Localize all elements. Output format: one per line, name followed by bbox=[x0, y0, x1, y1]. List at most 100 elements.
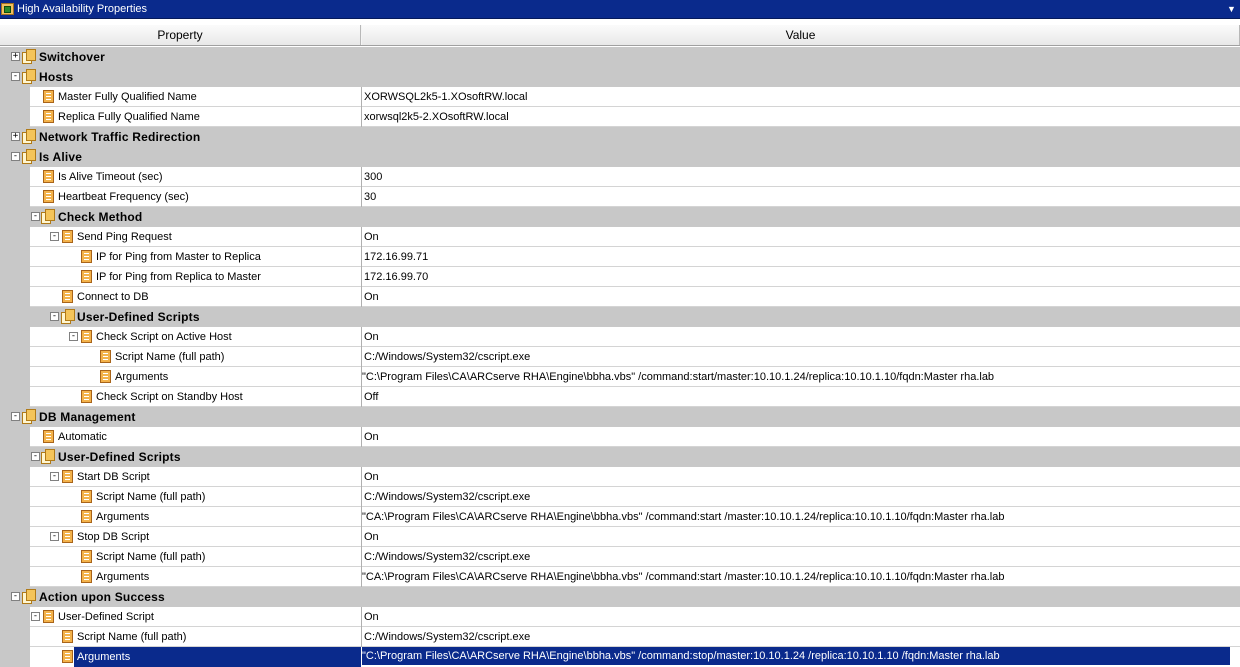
expand-icon[interactable]: + bbox=[11, 132, 20, 141]
category-label: Hosts bbox=[39, 70, 74, 84]
category-row-action-upon-success[interactable]: - Action upon Success bbox=[0, 587, 1240, 607]
category-row-check-method[interactable]: - Check Method bbox=[0, 207, 1240, 227]
property-icon bbox=[62, 230, 73, 243]
collapse-icon[interactable]: - bbox=[31, 612, 40, 621]
property-value[interactable]: 172.16.99.70 bbox=[364, 267, 428, 287]
property-group-icon bbox=[22, 409, 37, 424]
property-value[interactable]: C:/Windows/System32/cscript.exe bbox=[364, 487, 530, 507]
property-icon bbox=[43, 430, 54, 443]
expand-icon[interactable]: + bbox=[11, 52, 20, 61]
property-icon bbox=[81, 550, 92, 563]
property-group-icon bbox=[41, 209, 56, 224]
property-value[interactable]: On bbox=[364, 467, 379, 487]
property-value[interactable]: On bbox=[364, 287, 379, 307]
property-row-script-name[interactable]: Script Name (full path) C:/Windows/Syste… bbox=[0, 627, 1240, 647]
property-row-master-fqn[interactable]: Master Fully Qualified Name XORWSQL2k5-1… bbox=[0, 87, 1240, 107]
collapse-icon[interactable]: - bbox=[11, 592, 20, 601]
collapse-icon[interactable]: - bbox=[50, 472, 59, 481]
category-row-db-management[interactable]: - DB Management bbox=[0, 407, 1240, 427]
property-value[interactable]: "CA:\Program Files\CA\ARCserve RHA\Engin… bbox=[362, 507, 1004, 527]
property-value[interactable]: On bbox=[364, 227, 379, 247]
property-icon bbox=[43, 610, 54, 623]
collapse-icon[interactable]: - bbox=[69, 332, 78, 341]
property-row-stop-db-script[interactable]: - Stop DB Script On bbox=[0, 527, 1240, 547]
category-label: Switchover bbox=[39, 50, 106, 64]
category-label: Is Alive bbox=[39, 150, 83, 164]
collapse-icon[interactable]: - bbox=[11, 72, 20, 81]
property-value[interactable]: C:/Windows/System32/cscript.exe bbox=[364, 347, 530, 367]
collapse-icon[interactable]: - bbox=[31, 212, 40, 221]
property-label: Script Name (full path) bbox=[77, 631, 187, 643]
category-row-hosts[interactable]: - Hosts bbox=[0, 67, 1240, 87]
property-icon bbox=[43, 190, 54, 203]
category-row-network-traffic-redirection[interactable]: + Network Traffic Redirection bbox=[0, 127, 1240, 147]
category-row-is-alive[interactable]: - Is Alive bbox=[0, 147, 1240, 167]
property-value[interactable]: 300 bbox=[364, 167, 382, 187]
property-group-icon bbox=[22, 149, 37, 164]
property-icon bbox=[62, 470, 73, 483]
property-row-check-script-standby-host[interactable]: Check Script on Standby Host Off bbox=[0, 387, 1240, 407]
property-label: Script Name (full path) bbox=[96, 491, 206, 503]
property-row-arguments-selected[interactable]: Arguments "C:\Program Files\CA\ARCserve … bbox=[0, 647, 1240, 667]
property-row-send-ping-request[interactable]: - Send Ping Request On bbox=[0, 227, 1240, 247]
property-value[interactable]: xorwsql2k5-2.XOsoftRW.local bbox=[364, 107, 509, 127]
property-icon bbox=[81, 250, 92, 263]
category-label: User-Defined Scripts bbox=[77, 310, 200, 324]
property-value[interactable]: On bbox=[364, 527, 379, 547]
collapse-icon[interactable]: - bbox=[50, 232, 59, 241]
property-row-ping-replica-to-master[interactable]: IP for Ping from Replica to Master 172.1… bbox=[0, 267, 1240, 287]
property-group-icon bbox=[22, 49, 37, 64]
property-label: Arguments bbox=[96, 571, 150, 583]
property-row-script-name[interactable]: Script Name (full path) C:/Windows/Syste… bbox=[0, 547, 1240, 567]
property-row-ping-master-to-replica[interactable]: IP for Ping from Master to Replica 172.1… bbox=[0, 247, 1240, 267]
category-row-switchover[interactable]: + Switchover bbox=[0, 47, 1240, 67]
property-label: Script Name (full path) bbox=[115, 351, 225, 363]
property-row-script-name[interactable]: Script Name (full path) C:/Windows/Syste… bbox=[0, 487, 1240, 507]
column-header-property[interactable]: Property bbox=[0, 25, 361, 45]
property-row-arguments[interactable]: Arguments "CA:\Program Files\CA\ARCserve… bbox=[0, 567, 1240, 587]
property-row-script-name[interactable]: Script Name (full path) C:/Windows/Syste… bbox=[0, 347, 1240, 367]
category-label: Action upon Success bbox=[39, 590, 165, 604]
category-row-db-user-defined-scripts[interactable]: - User-Defined Scripts bbox=[0, 447, 1240, 467]
property-row-start-db-script[interactable]: - Start DB Script On bbox=[0, 467, 1240, 487]
property-icon bbox=[43, 90, 54, 103]
property-row-user-defined-script[interactable]: - User-Defined Script On bbox=[0, 607, 1240, 627]
column-header-value[interactable]: Value bbox=[362, 25, 1240, 45]
property-label: IP for Ping from Master to Replica bbox=[96, 251, 261, 263]
property-value[interactable]: On bbox=[364, 327, 379, 347]
collapse-icon[interactable]: - bbox=[11, 152, 20, 161]
window-title-bar: High Availability Properties ▼ bbox=[0, 0, 1240, 19]
property-value[interactable]: "C:\Program Files\CA\ARCserve RHA\Engine… bbox=[362, 647, 1000, 667]
property-value[interactable]: "C:\Program Files\CA\ARCserve RHA\Engine… bbox=[362, 367, 994, 387]
property-value[interactable]: XORWSQL2k5-1.XOsoftRW.local bbox=[364, 87, 527, 107]
property-icon bbox=[43, 110, 54, 123]
property-value[interactable]: 30 bbox=[364, 187, 376, 207]
property-value[interactable]: On bbox=[364, 427, 379, 447]
property-row-arguments[interactable]: Arguments "C:\Program Files\CA\ARCserve … bbox=[0, 367, 1240, 387]
property-row-replica-fqn[interactable]: Replica Fully Qualified Name xorwsql2k5-… bbox=[0, 107, 1240, 127]
property-value[interactable]: C:/Windows/System32/cscript.exe bbox=[364, 547, 530, 567]
property-value[interactable]: C:/Windows/System32/cscript.exe bbox=[364, 627, 530, 647]
property-icon bbox=[81, 270, 92, 283]
property-icon bbox=[81, 510, 92, 523]
property-row-connect-to-db[interactable]: Connect to DB On bbox=[0, 287, 1240, 307]
property-value[interactable]: Off bbox=[364, 387, 378, 407]
collapse-icon[interactable]: - bbox=[31, 452, 40, 461]
property-row-automatic[interactable]: Automatic On bbox=[0, 427, 1240, 447]
collapse-icon[interactable]: - bbox=[11, 412, 20, 421]
property-row-check-script-active-host[interactable]: - Check Script on Active Host On bbox=[0, 327, 1240, 347]
category-row-user-defined-scripts[interactable]: - User-Defined Scripts bbox=[0, 307, 1240, 327]
property-grid-header: Property Value bbox=[0, 25, 1240, 46]
dropdown-arrow-icon[interactable]: ▼ bbox=[1226, 4, 1237, 15]
window-title: High Availability Properties bbox=[17, 3, 148, 15]
property-value[interactable]: "CA:\Program Files\CA\ARCserve RHA\Engin… bbox=[362, 567, 1004, 587]
property-row-is-alive-timeout[interactable]: Is Alive Timeout (sec) 300 bbox=[0, 167, 1240, 187]
property-row-heartbeat-frequency[interactable]: Heartbeat Frequency (sec) 30 bbox=[0, 187, 1240, 207]
property-value[interactable]: On bbox=[364, 607, 379, 627]
collapse-icon[interactable]: - bbox=[50, 312, 59, 321]
property-value[interactable]: 172.16.99.71 bbox=[364, 247, 428, 267]
property-icon bbox=[81, 330, 92, 343]
property-row-arguments[interactable]: Arguments "CA:\Program Files\CA\ARCserve… bbox=[0, 507, 1240, 527]
property-label: Heartbeat Frequency (sec) bbox=[58, 191, 189, 203]
collapse-icon[interactable]: - bbox=[50, 532, 59, 541]
